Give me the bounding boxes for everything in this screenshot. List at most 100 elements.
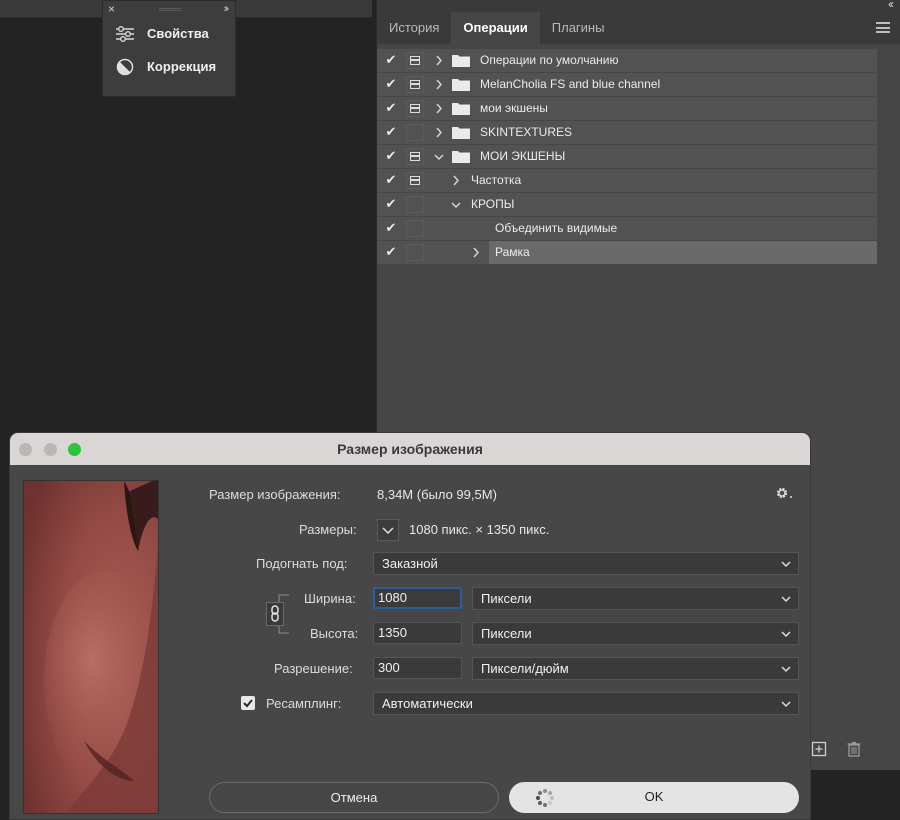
- action-row[interactable]: ✔ Объединить видимые: [377, 217, 877, 240]
- folder-icon: [452, 78, 470, 91]
- toggle-check-icon[interactable]: ✔: [384, 245, 398, 259]
- chevron-down-icon: [780, 660, 792, 677]
- chevron-down-icon[interactable]: [450, 196, 462, 213]
- resample-label: Ресамплинг:: [266, 696, 342, 711]
- action-row[interactable]: ✔ SKINTEXTURES: [377, 121, 877, 144]
- ok-label: OK: [644, 789, 664, 804]
- width-unit-value: Пиксели: [481, 591, 532, 606]
- action-row-label: MelanCholia FS and blue channel: [480, 77, 661, 91]
- chevron-down-icon: [780, 625, 792, 642]
- fit-to-select[interactable]: Заказной: [373, 552, 799, 575]
- chevron-right-icon[interactable]: [433, 124, 445, 141]
- toggle-check-icon[interactable]: ✔: [384, 125, 398, 139]
- new-action-icon[interactable]: [811, 741, 827, 757]
- action-row[interactable]: ✔ Рамка: [377, 241, 877, 264]
- dialog-toggle-icon[interactable]: [406, 52, 424, 69]
- tab-plugins[interactable]: Плагины: [540, 12, 617, 44]
- dialog-toggle-icon[interactable]: [406, 244, 424, 261]
- resample-checkbox[interactable]: [241, 696, 255, 710]
- image-size-dialog: Размер изображения Размер изображения: 8…: [9, 432, 811, 820]
- height-input[interactable]: 1350: [373, 622, 462, 644]
- dialog-toggle-icon[interactable]: [406, 124, 424, 141]
- action-row[interactable]: ✔ КРОПЫ: [377, 193, 877, 216]
- action-row[interactable]: ✔ Частотка: [377, 169, 877, 192]
- width-input[interactable]: 1080: [373, 587, 462, 609]
- chevron-down-icon: [780, 695, 792, 712]
- panel-grip-icon[interactable]: [159, 8, 181, 11]
- dialog-title: Размер изображения: [337, 441, 483, 457]
- panel-tabs: История Операции Плагины: [377, 12, 900, 44]
- properties-mini-panel: × ›› Свойства Коррекция: [102, 0, 236, 97]
- image-size-label: Размер изображения:: [209, 487, 341, 502]
- chevron-right-icon[interactable]: [433, 52, 445, 69]
- width-unit-select[interactable]: Пиксели: [472, 587, 799, 610]
- cancel-button[interactable]: Отмена: [209, 782, 499, 813]
- toggle-check-icon[interactable]: ✔: [384, 101, 398, 115]
- properties-label: Свойства: [147, 26, 209, 41]
- tab-history[interactable]: История: [377, 12, 451, 44]
- chevron-down-icon[interactable]: [433, 148, 445, 165]
- dimensions-label: Размеры:: [299, 522, 357, 537]
- sliders-icon: [115, 24, 135, 44]
- constrain-proportions-link-icon[interactable]: [266, 602, 284, 626]
- actions-list: ✔ Операции по умолчанию ✔ MelanCholia FS an…: [377, 49, 877, 265]
- action-row-label: SKINTEXTURES: [480, 125, 573, 139]
- toggle-check-icon[interactable]: ✔: [384, 53, 398, 67]
- adjustments-label: Коррекция: [147, 59, 217, 74]
- expand-icon[interactable]: ››: [224, 1, 230, 17]
- chevron-right-icon[interactable]: [470, 244, 482, 261]
- action-row-label: МОИ ЭКШЕНЫ: [480, 149, 566, 163]
- image-preview[interactable]: [23, 480, 159, 814]
- resolution-unit-value: Пиксели/дюйм: [481, 661, 569, 676]
- dialog-toggle-icon[interactable]: [406, 196, 424, 213]
- action-row-label: Объединить видимые: [495, 221, 618, 235]
- height-unit-select[interactable]: Пиксели: [472, 622, 799, 645]
- toggle-check-icon[interactable]: ✔: [384, 77, 398, 91]
- chevron-right-icon[interactable]: [433, 76, 445, 93]
- dialog-toggle-icon[interactable]: [406, 100, 424, 117]
- gear-icon[interactable]: [774, 485, 794, 501]
- resample-select[interactable]: Автоматически: [373, 692, 799, 715]
- chevron-right-icon[interactable]: [433, 100, 445, 117]
- dialog-toggle-icon[interactable]: [406, 220, 424, 237]
- action-row-label: Рамка: [495, 245, 530, 259]
- panel-menu-icon[interactable]: [876, 22, 890, 33]
- image-size-value: 8,34M (было 99,5M): [377, 487, 497, 502]
- resolution-unit-select[interactable]: Пиксели/дюйм: [472, 657, 799, 680]
- collapse-icon[interactable]: ‹‹: [888, 0, 894, 11]
- dimensions-dropdown-button[interactable]: [377, 519, 399, 541]
- fit-to-label: Подогнать под:: [256, 556, 348, 571]
- chevron-down-icon: [780, 590, 792, 607]
- resample-value: Автоматически: [382, 696, 473, 711]
- trash-icon[interactable]: [846, 741, 862, 757]
- action-row-label: Операции по умолчанию: [480, 53, 619, 67]
- action-row[interactable]: ✔ MelanCholia FS and blue channel: [377, 73, 877, 96]
- resolution-label: Разрешение:: [274, 661, 353, 676]
- chevron-right-icon[interactable]: [450, 172, 462, 189]
- adjustment-circle-icon: [115, 57, 135, 77]
- action-row[interactable]: ✔ Операции по умолчанию: [377, 49, 877, 72]
- toggle-check-icon[interactable]: ✔: [384, 221, 398, 235]
- ok-button[interactable]: OK: [509, 782, 799, 813]
- chevron-down-icon: [780, 555, 792, 572]
- properties-item[interactable]: Свойства: [103, 17, 235, 50]
- loading-spinner-icon: [535, 788, 555, 808]
- toggle-check-icon[interactable]: ✔: [384, 173, 398, 187]
- folder-icon: [452, 126, 470, 139]
- resolution-input[interactable]: 300: [373, 657, 462, 679]
- close-icon[interactable]: ×: [108, 1, 115, 17]
- folder-icon: [452, 150, 470, 163]
- dialog-toggle-icon[interactable]: [406, 76, 424, 93]
- width-label: Ширина:: [304, 591, 356, 606]
- tab-actions[interactable]: Операции: [451, 12, 540, 44]
- action-row[interactable]: ✔ МОИ ЭКШЕНЫ: [377, 145, 877, 168]
- action-row[interactable]: ✔ мои экшены: [377, 97, 877, 120]
- panel-top-bar: ‹‹: [377, 0, 900, 12]
- dialog-toggle-icon[interactable]: [406, 148, 424, 165]
- dialog-titlebar: Размер изображения: [10, 433, 810, 465]
- adjustments-item[interactable]: Коррекция: [103, 50, 235, 83]
- height-label: Высота:: [310, 626, 359, 641]
- toggle-check-icon[interactable]: ✔: [384, 197, 398, 211]
- dialog-toggle-icon[interactable]: [406, 172, 424, 189]
- toggle-check-icon[interactable]: ✔: [384, 149, 398, 163]
